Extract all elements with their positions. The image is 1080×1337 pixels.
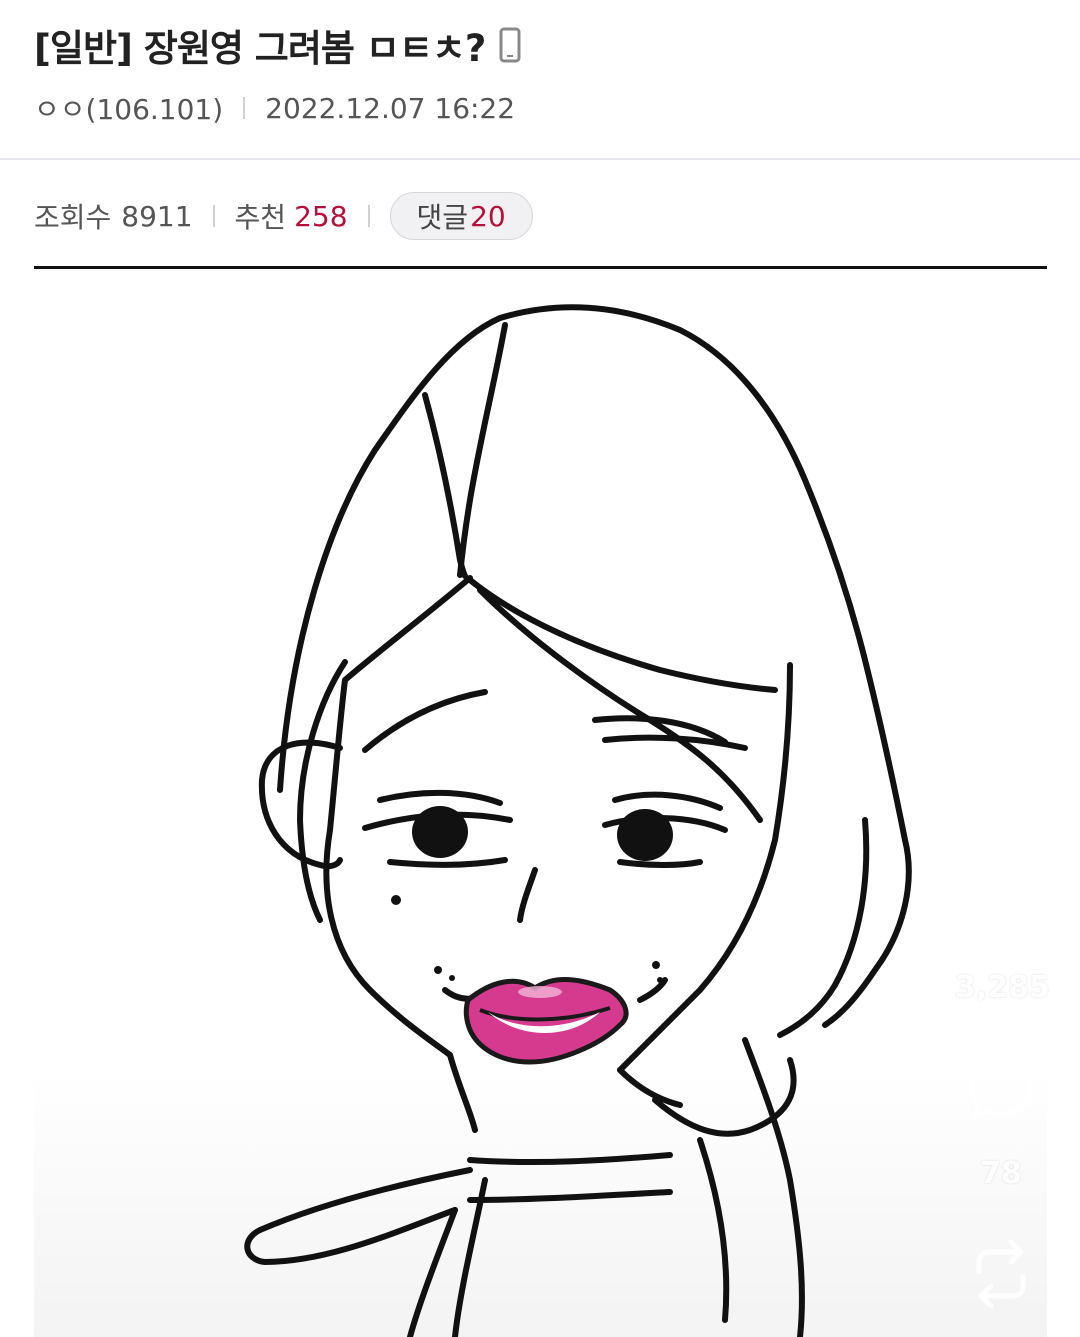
views-count: 8911	[121, 199, 193, 233]
post-title: [일반] 장원영 그려봄 ㅁㅌㅊ?	[34, 18, 521, 72]
stats-divider	[367, 205, 370, 227]
comment-count-button[interactable]: 댓글 20	[389, 192, 533, 240]
post-title-text: [일반] 장원영 그려봄 ㅁㅌㅊ?	[34, 27, 486, 70]
comment-label: 댓글	[416, 201, 469, 234]
post-meta: ㅇㅇ(106.101) 2022.12.07 16:22	[34, 88, 515, 128]
repost-icon	[976, 1239, 1026, 1309]
comment-bubble-icon	[968, 1055, 1034, 1119]
like-button[interactable]	[955, 870, 1047, 936]
views-label: 조회수	[34, 201, 112, 234]
comment-button[interactable]	[955, 1052, 1047, 1124]
heart-icon	[966, 871, 1036, 933]
comment-count: 78	[980, 1156, 1022, 1191]
post-header: [일반] 장원영 그려봄 ㅁㅌㅊ? ㅇㅇ(106.101) 2022.12.07…	[0, 0, 1080, 160]
recommend-label: 추천	[234, 201, 287, 234]
stats-divider	[212, 205, 215, 227]
share-button[interactable]	[955, 1238, 1047, 1310]
like-count: 3,285	[955, 970, 1050, 1005]
portrait-drawing	[244, 304, 912, 1337]
author-name[interactable]: ㅇㅇ(106.101)	[34, 88, 223, 128]
phone-icon	[499, 27, 521, 63]
post-image[interactable]	[34, 269, 1047, 1337]
recommend-count: 258	[294, 199, 348, 233]
comment-count: 20	[470, 199, 506, 233]
post-datetime: 2022.12.07 16:22	[265, 91, 516, 125]
post-stats: 조회수 8911 추천 258 댓글 20	[34, 192, 533, 240]
meta-divider	[243, 97, 246, 119]
